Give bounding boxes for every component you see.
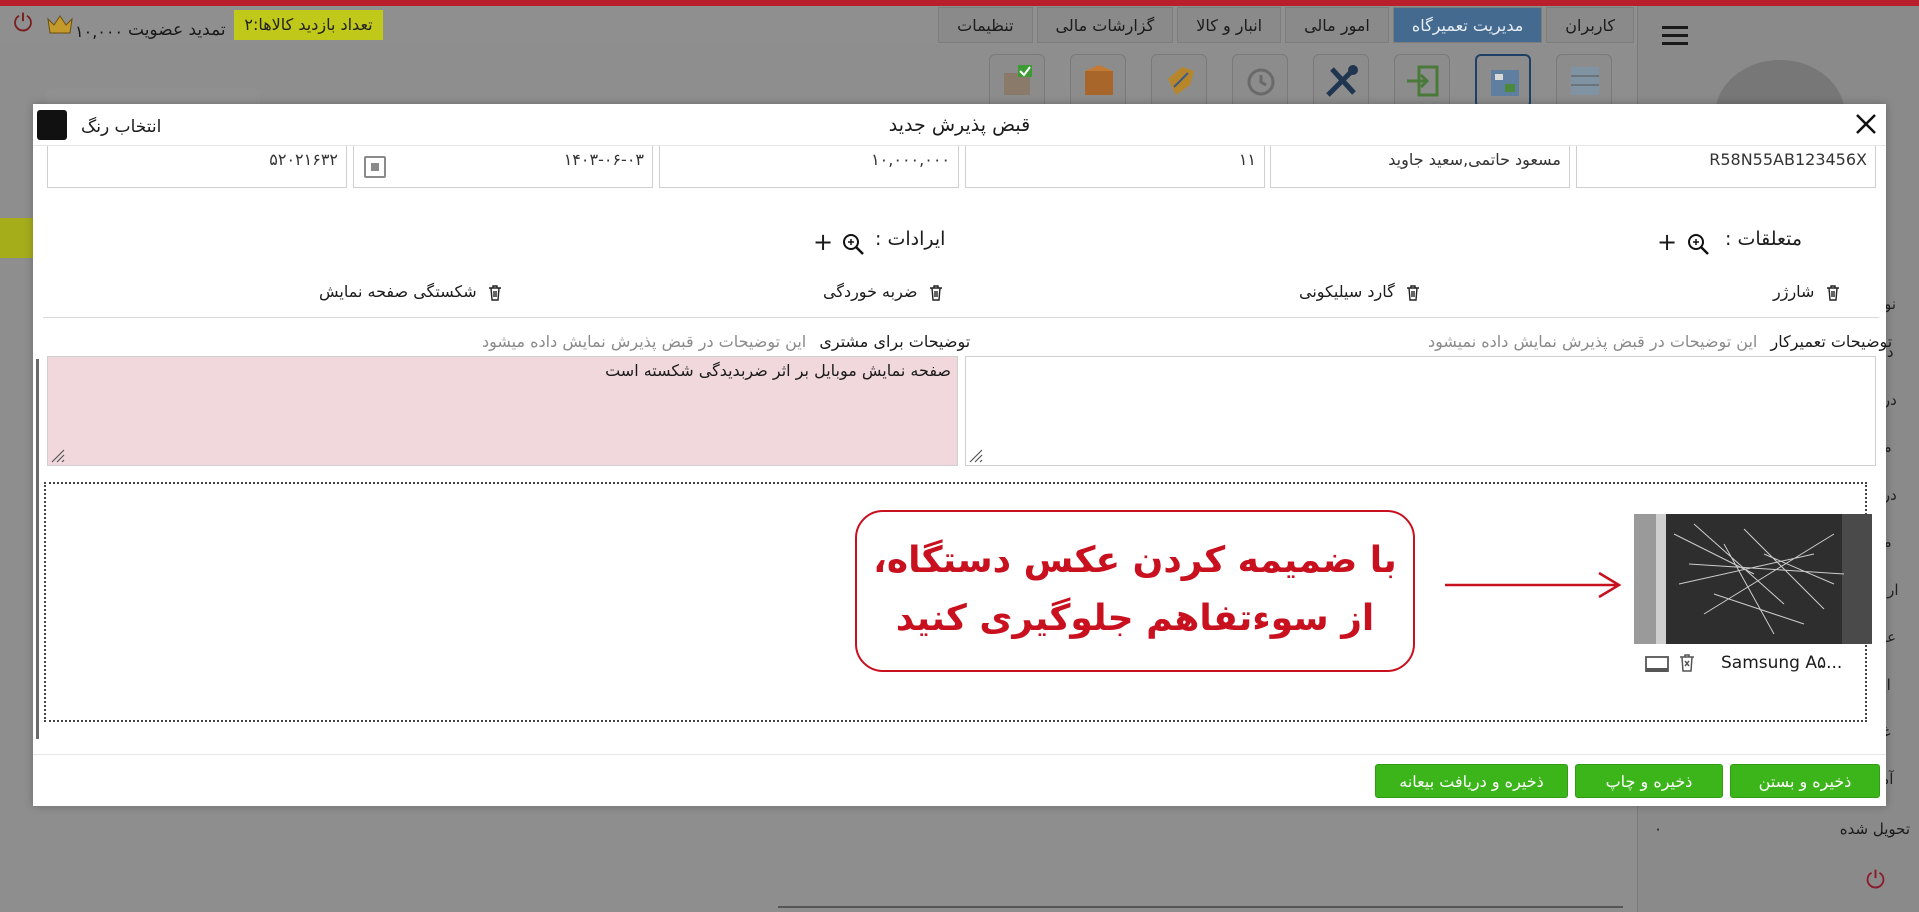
shipping-tool-button[interactable] [1151, 54, 1207, 108]
date-field[interactable]: ۱۴۰۳-۰۶-۰۳ [353, 146, 653, 188]
reception-tool-button[interactable] [1475, 54, 1531, 108]
code-field[interactable]: ۵۲۰۲۱۶۳۲ [47, 146, 347, 188]
logout-icon[interactable]: ⏻ [1866, 866, 1885, 894]
renew-membership-link[interactable]: تمدید عضویت [128, 20, 226, 40]
callout-arrow-icon [1445, 571, 1622, 599]
callout-text: با ضمیمه کردن عکس دستگاه، از سوءتفاهم جل… [857, 532, 1413, 648]
enter-icon [1407, 65, 1439, 97]
accessory-tag-label: گارد سیلیکونی [1299, 282, 1395, 301]
timer-icon [1247, 68, 1275, 96]
callout-line-1: با ضمیمه کردن عکس دستگاه، [873, 540, 1397, 581]
repairer-desc-header: توضیحات تعمیرکار این توضیحات در قبض پذیر… [1428, 332, 1892, 351]
dialog-title: قبض پذیرش جدید [888, 114, 1031, 136]
delivered-label: تحویل شده [1839, 820, 1910, 838]
defect-tag: شکستگی صفحه نمایش [319, 282, 502, 310]
callout-line-2: از سوءتفاهم جلوگیری کنید [895, 598, 1375, 639]
count-field[interactable]: ۱۱ [965, 146, 1265, 188]
repairer-desc-label: توضیحات تعمیرکار [1770, 332, 1893, 351]
save-close-button[interactable]: ذخیره و بستن [1730, 764, 1880, 798]
accessories-label: متعلقات : [1725, 228, 1803, 250]
dialog-header: انتخاب رنگ قبض پذیرش جدید [33, 104, 1886, 146]
main-nav-tabs: کاربران مدیریت تعمیرگاه امور مالی انبار … [938, 7, 1634, 43]
box-check-icon [1004, 65, 1032, 95]
close-icon[interactable] [1852, 110, 1880, 138]
new-reception-dialog: انتخاب رنگ قبض پذیرش جدید R58N55AB123456… [33, 104, 1892, 806]
accessory-tag: گارد سیلیکونی [1299, 282, 1420, 310]
visit-count-badge: تعداد بازدید کالاها:۲ [234, 10, 383, 40]
defect-tag-label: ضربه خوردگی [823, 282, 918, 301]
add-accessory-icon[interactable]: + [1657, 228, 1677, 256]
scrollbar[interactable] [36, 359, 39, 739]
trash-icon[interactable] [929, 284, 943, 301]
customer-desc-value: صفحه نمایش موبایل بر اثر ضربدیدگی شکسته … [605, 361, 951, 380]
trash-icon[interactable] [488, 284, 502, 301]
tab-settings[interactable]: تنظیمات [938, 7, 1033, 43]
bottom-divider [778, 906, 1623, 908]
footer-divider [33, 754, 1886, 755]
save-deposit-button[interactable]: ذخیره و دریافت بیعانه [1375, 764, 1568, 798]
tab-warehouse[interactable]: انبار و کالا [1177, 7, 1282, 43]
power-icon[interactable]: ⏻ [10, 10, 36, 36]
tab-financial-reports[interactable]: گزارشات مالی [1036, 7, 1174, 43]
resize-grip-icon[interactable] [968, 449, 984, 463]
device-photo-thumbnail[interactable] [1634, 514, 1872, 644]
shelves-tool-button[interactable] [1556, 54, 1612, 108]
tab-users[interactable]: کاربران [1546, 7, 1634, 43]
login-tool-button[interactable] [1394, 54, 1450, 108]
divider [43, 317, 1879, 318]
save-print-button[interactable]: ذخیره و چاپ [1575, 764, 1723, 798]
tag-icon [1168, 67, 1194, 95]
repairer-desc-textarea[interactable] [965, 356, 1876, 466]
repairer-desc-hint: این توضیحات در قبض پذیرش نمایش داده نمیش… [1428, 332, 1758, 351]
accessory-tag-label: شارژر [1773, 282, 1815, 301]
timer-tool-button[interactable] [1232, 54, 1288, 108]
thumbnail-caption: Samsung A۵... [1721, 653, 1843, 673]
delete-image-icon[interactable] [1679, 654, 1695, 672]
view-image-icon[interactable] [1645, 656, 1669, 674]
trash-icon[interactable] [1826, 284, 1840, 301]
left-highlight-strip [0, 218, 33, 258]
credit-amount: ۱۰,۰۰۰ [75, 22, 124, 41]
accessory-tag: شارژر [1773, 282, 1840, 310]
defect-tag-label: شکستگی صفحه نمایش [319, 282, 477, 301]
technicians-field[interactable]: مسعود حاتمی,سعید جاوید [1270, 146, 1570, 188]
date-value: ۱۴۰۳-۰۶-۰۳ [563, 150, 644, 169]
tab-finance[interactable]: امور مالی [1285, 7, 1389, 43]
serial-field[interactable]: R58N55AB123456X [1576, 146, 1876, 188]
wrench-screwdriver-icon [1326, 65, 1358, 97]
search-add-icon[interactable] [841, 232, 865, 256]
search-add-icon[interactable] [1686, 232, 1710, 256]
hamburger-menu-icon[interactable] [1662, 26, 1688, 46]
customer-desc-header: توضیحات برای مشتری این توضیحات در قبض پذ… [482, 332, 970, 351]
customer-desc-label: توضیحات برای مشتری [819, 332, 971, 351]
crown-icon [47, 15, 73, 34]
customer-desc-textarea[interactable]: صفحه نمایش موبایل بر اثر ضربدیدگی شکسته … [47, 356, 958, 466]
add-defect-icon[interactable]: + [813, 228, 833, 256]
defect-tag: ضربه خوردگی [823, 282, 943, 310]
delivered-row[interactable]: تحویل شده ۰ [1640, 820, 1910, 838]
package-tool-button[interactable] [1070, 54, 1126, 108]
calendar-icon[interactable] [364, 156, 386, 178]
trash-icon[interactable] [1406, 284, 1420, 301]
cracked-screen-image [1634, 514, 1872, 644]
shelves-icon [1571, 67, 1599, 95]
defects-label: ایرادات : [875, 228, 946, 250]
tools-tool-button[interactable] [1313, 54, 1369, 108]
resize-grip-icon[interactable] [50, 449, 66, 463]
price-field[interactable]: ۱۰,۰۰۰,۰۰۰ [659, 146, 959, 188]
register-icon [1491, 70, 1519, 96]
box-icon [1085, 65, 1113, 95]
delivered-count: ۰ [1654, 820, 1663, 838]
customer-desc-hint: این توضیحات در قبض پذیرش نمایش داده میشو… [482, 332, 807, 351]
delivered-tool-button[interactable] [989, 54, 1045, 108]
tip-callout: با ضمیمه کردن عکس دستگاه، از سوءتفاهم جل… [855, 510, 1415, 672]
tab-repair-management[interactable]: مدیریت تعمیرگاه [1392, 7, 1543, 43]
